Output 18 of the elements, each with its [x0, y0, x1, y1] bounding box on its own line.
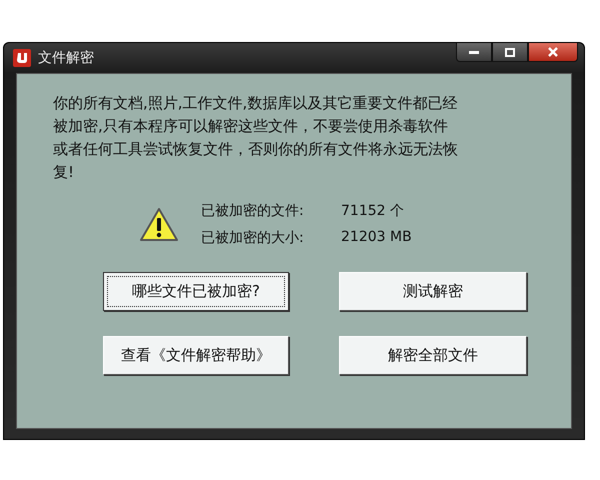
dialog-button[interactable]: 哪些文件已被加密? [103, 272, 289, 311]
stat-label: 已被加密的大小: [201, 229, 305, 247]
dialog-button[interactable]: 解密全部文件 [339, 336, 527, 375]
stat-value: 71152 个 [341, 202, 404, 220]
dialog-button[interactable]: 测试解密 [339, 272, 527, 311]
minimize-button[interactable] [456, 43, 492, 62]
minimize-icon [469, 50, 479, 54]
maximize-button[interactable] [492, 43, 528, 62]
maximize-icon [505, 48, 515, 56]
window-title: 文件解密 [38, 49, 94, 67]
stat-value: 21203 MB [341, 229, 412, 247]
app-logo-icon [12, 48, 32, 68]
dialog-button[interactable]: 查看《文件解密帮助》 [103, 336, 289, 375]
close-button[interactable] [528, 43, 578, 62]
warning-icon [139, 206, 179, 242]
warning-message: 你的所有文档,照片,工作文件,数据库以及其它重要文件都已经被加密,只有本程序可以解密这些文件，不要尝使用杀毒软件或者任何工具尝试恢复文件，否则你的所有文件将永远无法恢复! [53, 93, 459, 183]
stat-label: 已被加密的文件: [201, 202, 305, 220]
close-icon [548, 47, 558, 57]
